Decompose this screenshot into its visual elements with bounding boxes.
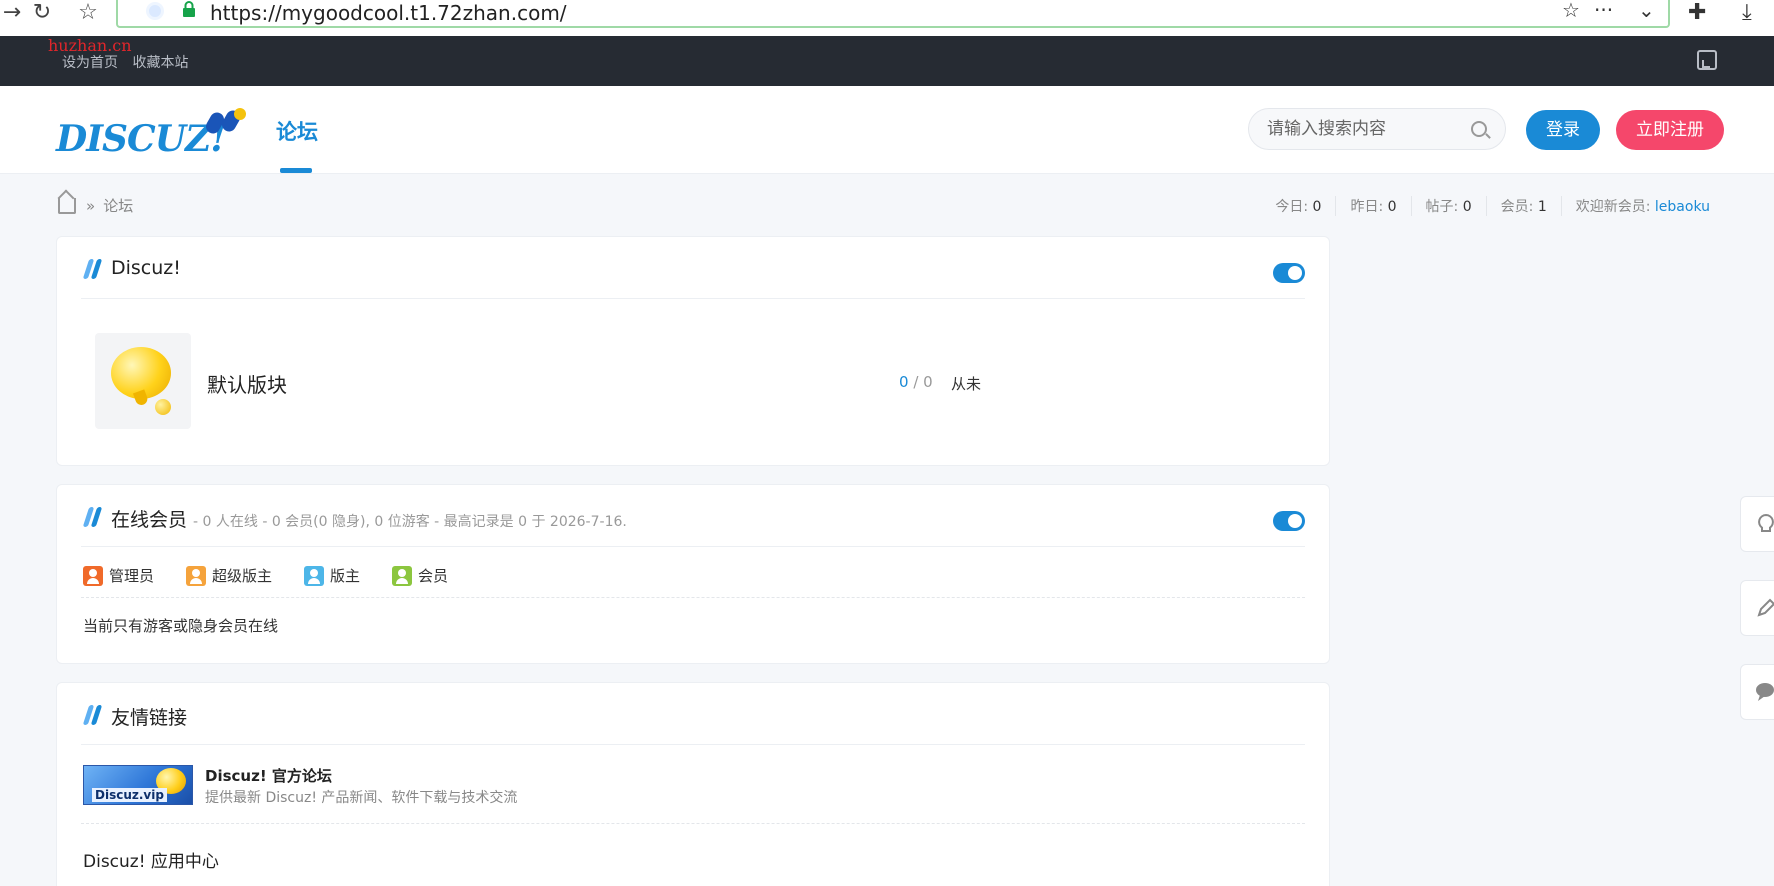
edit-icon — [1757, 598, 1774, 617]
float-tool-post[interactable] — [1740, 580, 1774, 636]
member-user-icon — [392, 565, 413, 586]
top-bar: huzhan.cn 设为首页 收藏本站 — [0, 36, 1774, 86]
panel-header: Discuz! — [81, 237, 1305, 299]
nav-active-indicator — [280, 168, 312, 173]
search-icon[interactable] — [1471, 121, 1487, 137]
float-tool-tip[interactable] — [1740, 496, 1774, 552]
official-forum-link[interactable]: Discuz! 官方论坛 — [205, 765, 332, 786]
section-icon — [82, 705, 103, 725]
links-title: 友情链接 — [111, 707, 188, 729]
divider — [81, 823, 1305, 824]
reload-icon[interactable]: ↻ — [30, 0, 54, 25]
divider — [81, 597, 1305, 598]
browser-chrome: → ↻ ☆ https://mygoodcool.t1.72zhan.com/ … — [0, 0, 1774, 36]
legend-super-moderator: 超级版主 — [186, 565, 272, 586]
logo-text: DISCUZ! — [56, 118, 226, 160]
moderator-user-icon — [304, 565, 325, 586]
section-icon — [82, 507, 103, 527]
legend-moderator: 版主 — [304, 565, 360, 586]
admin-user-icon — [83, 565, 103, 586]
panel-header: 友情链接 — [81, 683, 1305, 745]
newest-member-link[interactable]: lebaoku — [1655, 199, 1710, 215]
forum-icon[interactable] — [95, 333, 191, 429]
forum-stats: 今日: 0 昨日: 0 帖子: 0 会员: 1 欢迎新会员: lebaoku — [1261, 196, 1724, 216]
extensions-icon[interactable]: ✚ — [1688, 0, 1706, 25]
section-icon — [82, 259, 103, 279]
breadcrumb: » 论坛 — [58, 195, 133, 216]
float-tool-chat[interactable] — [1740, 664, 1774, 720]
lightbulb-icon — [1758, 513, 1774, 532]
category-title[interactable]: Discuz! — [111, 257, 181, 279]
online-title: 在线会员 - 0 人在线 - 0 会员(0 隐身), 0 位游客 - 最高记录是 … — [111, 509, 627, 531]
favorites-icon[interactable]: ☆ — [76, 0, 100, 25]
address-bar[interactable]: https://mygoodcool.t1.72zhan.com/ ☆ ··· … — [116, 0, 1670, 28]
url-text[interactable]: https://mygoodcool.t1.72zhan.com/ — [210, 1, 567, 25]
collapse-toggle[interactable] — [1273, 263, 1305, 283]
forum-name[interactable]: 默认版块 — [207, 369, 287, 398]
chat-icon — [1756, 683, 1774, 701]
lock-icon — [183, 1, 195, 17]
online-note: 当前只有游客或隐身会员在线 — [83, 617, 279, 635]
home-icon[interactable] — [58, 197, 76, 214]
more-icon[interactable]: ··· — [1594, 0, 1613, 22]
search-input[interactable] — [1267, 117, 1457, 141]
stat-newest-member: 欢迎新会员: lebaoku — [1560, 196, 1724, 216]
star-icon[interactable]: ☆ — [1562, 0, 1580, 22]
forum-count: 0 / 0 — [899, 373, 933, 391]
panel-header: 在线会员 - 0 人在线 - 0 会员(0 隐身), 0 位游客 - 最高记录是 … — [81, 485, 1305, 547]
forum-last-post: 从未 — [951, 375, 982, 393]
legend-admin: 管理员 — [83, 565, 154, 586]
banner-text: Discuz.vip — [92, 788, 167, 802]
official-forum-desc: 提供最新 Discuz! 产品新闻、软件下载与技术交流 — [205, 790, 518, 806]
site-info-icon[interactable] — [146, 2, 164, 20]
stat-today: 今日: 0 — [1275, 199, 1322, 215]
site-header: DISCUZ! 论坛 登录 立即注册 — [0, 86, 1774, 174]
collapse-toggle[interactable] — [1273, 511, 1305, 531]
online-summary: - 0 人在线 - 0 会员(0 隐身), 0 位游客 - 最高记录是 0 于 … — [193, 514, 627, 530]
fullscreen-icon[interactable] — [1697, 50, 1717, 70]
stat-posts: 帖子: 0 — [1410, 196, 1486, 216]
breadcrumb-separator: » — [86, 196, 96, 215]
super-moderator-user-icon — [186, 565, 207, 586]
login-button[interactable]: 登录 — [1526, 110, 1600, 150]
nav-forum[interactable]: 论坛 — [276, 116, 318, 146]
stat-members: 会员: 1 — [1485, 196, 1561, 216]
legend-member: 会员 — [392, 565, 448, 586]
register-button[interactable]: 立即注册 — [1616, 110, 1724, 150]
forward-icon[interactable]: → — [0, 0, 24, 25]
online-panel: 在线会员 - 0 人在线 - 0 会员(0 隐身), 0 位游客 - 最高记录是 … — [56, 484, 1330, 664]
search-box — [1248, 108, 1506, 150]
discuz-banner-link[interactable]: Discuz.vip — [83, 765, 193, 805]
breadcrumb-current[interactable]: 论坛 — [103, 195, 133, 216]
group-legend: 管理员 超级版主 版主 会员 — [83, 565, 480, 586]
category-panel: Discuz! 默认版块 0 / 0 从未 — [56, 236, 1330, 466]
chevron-down-icon[interactable]: ⌄ — [1638, 0, 1655, 22]
bookmark-link[interactable]: 收藏本站 — [132, 55, 188, 71]
site-logo[interactable]: DISCUZ! — [56, 107, 246, 162]
set-home-link[interactable]: 设为首页 — [62, 55, 118, 71]
logo-mark — [234, 108, 246, 120]
app-center-link[interactable]: Discuz! 应用中心 — [83, 847, 219, 872]
links-panel: 友情链接 Discuz.vip Discuz! 官方论坛 提供最新 Discuz… — [56, 682, 1330, 886]
top-links: 设为首页 收藏本站 — [62, 52, 198, 72]
stat-yesterday: 昨日: 0 — [1335, 196, 1410, 216]
download-icon[interactable]: ⤓ — [1742, 0, 1752, 25]
